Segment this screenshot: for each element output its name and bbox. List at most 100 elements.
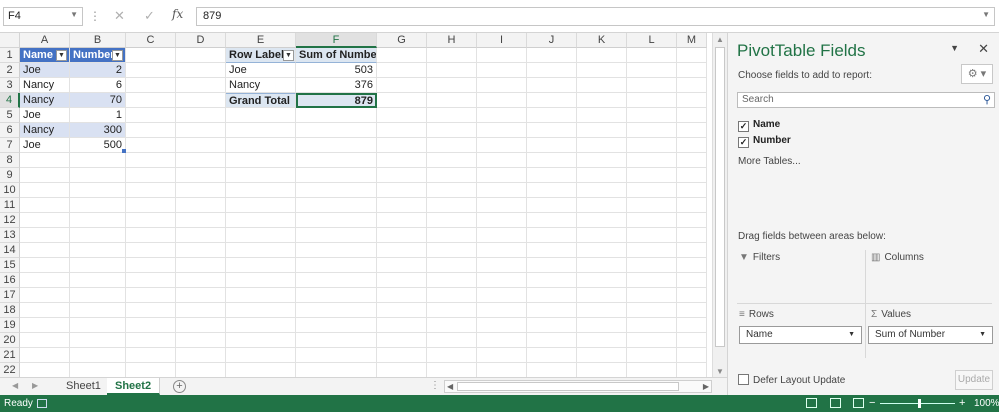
cell-d21[interactable] xyxy=(176,348,226,363)
cell-k13[interactable] xyxy=(577,228,627,243)
cell-c7[interactable] xyxy=(126,138,176,153)
table-header-cell[interactable]: Number ▼ xyxy=(70,48,126,63)
cell-i18[interactable] xyxy=(477,303,527,318)
cell-d12[interactable] xyxy=(176,213,226,228)
cell-c11[interactable] xyxy=(126,198,176,213)
cell-k16[interactable] xyxy=(577,273,627,288)
row-header-8[interactable]: 8 xyxy=(0,153,20,168)
cell-c20[interactable] xyxy=(126,333,176,348)
cell-e8[interactable] xyxy=(226,153,296,168)
column-header-g[interactable]: G xyxy=(377,33,427,48)
cell-i12[interactable] xyxy=(477,213,527,228)
cell-g2[interactable] xyxy=(377,63,427,78)
cell-d22[interactable] xyxy=(176,363,226,377)
cell-a8[interactable] xyxy=(20,153,70,168)
cell-m4[interactable] xyxy=(677,93,707,108)
column-header-a[interactable]: A xyxy=(20,33,70,48)
pivot-cell[interactable]: Nancy xyxy=(226,78,296,93)
cell-j1[interactable] xyxy=(527,48,577,63)
table-cell[interactable]: 70 xyxy=(70,93,126,108)
filter-dropdown-icon[interactable]: ▼ xyxy=(56,50,67,61)
cell-e16[interactable] xyxy=(226,273,296,288)
cell-d19[interactable] xyxy=(176,318,226,333)
cell-d2[interactable] xyxy=(176,63,226,78)
cell-m14[interactable] xyxy=(677,243,707,258)
column-header-k[interactable]: K xyxy=(577,33,627,48)
values-field-sum[interactable]: Sum of Number ▼ xyxy=(868,326,993,344)
cell-b17[interactable] xyxy=(70,288,126,303)
cell-m13[interactable] xyxy=(677,228,707,243)
cell-f19[interactable] xyxy=(296,318,377,333)
cell-g11[interactable] xyxy=(377,198,427,213)
cell-e22[interactable] xyxy=(226,363,296,377)
column-header-j[interactable]: J xyxy=(527,33,577,48)
cell-b22[interactable] xyxy=(70,363,126,377)
cell-c19[interactable] xyxy=(126,318,176,333)
insert-function-icon[interactable]: fx xyxy=(172,7,183,21)
cell-l5[interactable] xyxy=(627,108,677,123)
expand-formula-icon[interactable]: ▼ xyxy=(982,10,990,19)
grand-total-label[interactable]: Grand Total xyxy=(226,93,296,108)
table-cell[interactable]: Joe xyxy=(20,108,70,123)
gear-icon[interactable]: ⚙ ▾ xyxy=(961,64,993,84)
cell-k19[interactable] xyxy=(577,318,627,333)
cell-l6[interactable] xyxy=(627,123,677,138)
cell-i1[interactable] xyxy=(477,48,527,63)
cell-m20[interactable] xyxy=(677,333,707,348)
cell-j17[interactable] xyxy=(527,288,577,303)
cell-c8[interactable] xyxy=(126,153,176,168)
cell-a21[interactable] xyxy=(20,348,70,363)
cell-h15[interactable] xyxy=(427,258,477,273)
cell-i10[interactable] xyxy=(477,183,527,198)
cell-j14[interactable] xyxy=(527,243,577,258)
cell-i22[interactable] xyxy=(477,363,527,377)
cell-m1[interactable] xyxy=(677,48,707,63)
cell-d3[interactable] xyxy=(176,78,226,93)
checkbox-checked-icon[interactable]: ✓ xyxy=(738,137,749,148)
column-header-i[interactable]: I xyxy=(477,33,527,48)
row-header-11[interactable]: 11 xyxy=(0,198,20,213)
cell-g20[interactable] xyxy=(377,333,427,348)
row-header-12[interactable]: 12 xyxy=(0,213,20,228)
cell-h6[interactable] xyxy=(427,123,477,138)
cell-g22[interactable] xyxy=(377,363,427,377)
next-sheet-icon[interactable]: ▶ xyxy=(32,381,38,390)
cell-k3[interactable] xyxy=(577,78,627,93)
chevron-down-icon[interactable]: ▼ xyxy=(979,327,986,343)
cell-i11[interactable] xyxy=(477,198,527,213)
cell-l1[interactable] xyxy=(627,48,677,63)
cell-d14[interactable] xyxy=(176,243,226,258)
cell-f10[interactable] xyxy=(296,183,377,198)
cell-c5[interactable] xyxy=(126,108,176,123)
chevron-down-icon[interactable]: ▼ xyxy=(950,43,959,53)
table-cell[interactable]: Joe xyxy=(20,63,70,78)
cell-j7[interactable] xyxy=(527,138,577,153)
cell-a15[interactable] xyxy=(20,258,70,273)
table-resize-handle[interactable] xyxy=(122,149,126,153)
cell-j6[interactable] xyxy=(527,123,577,138)
cell-h3[interactable] xyxy=(427,78,477,93)
macro-record-icon[interactable] xyxy=(37,399,47,408)
cell-i3[interactable] xyxy=(477,78,527,93)
cell-i6[interactable] xyxy=(477,123,527,138)
cell-d18[interactable] xyxy=(176,303,226,318)
chevron-down-icon[interactable]: ▼ xyxy=(70,10,78,19)
column-header-b[interactable]: B xyxy=(70,33,126,48)
cell-f11[interactable] xyxy=(296,198,377,213)
scroll-down-icon[interactable]: ▼ xyxy=(716,367,724,376)
cell-m15[interactable] xyxy=(677,258,707,273)
formula-input[interactable]: 879 ▼ xyxy=(196,7,995,26)
table-header-cell[interactable]: Name ▼ xyxy=(20,48,70,63)
cell-i21[interactable] xyxy=(477,348,527,363)
cell-c15[interactable] xyxy=(126,258,176,273)
update-button[interactable]: Update xyxy=(955,370,993,390)
column-header-c[interactable]: C xyxy=(126,33,176,48)
cell-b13[interactable] xyxy=(70,228,126,243)
cell-h19[interactable] xyxy=(427,318,477,333)
cell-m9[interactable] xyxy=(677,168,707,183)
cell-m12[interactable] xyxy=(677,213,707,228)
more-options-icon[interactable]: ⋮ xyxy=(89,9,101,23)
row-header-17[interactable]: 17 xyxy=(0,288,20,303)
normal-view-icon[interactable] xyxy=(806,398,817,408)
row-header-19[interactable]: 19 xyxy=(0,318,20,333)
